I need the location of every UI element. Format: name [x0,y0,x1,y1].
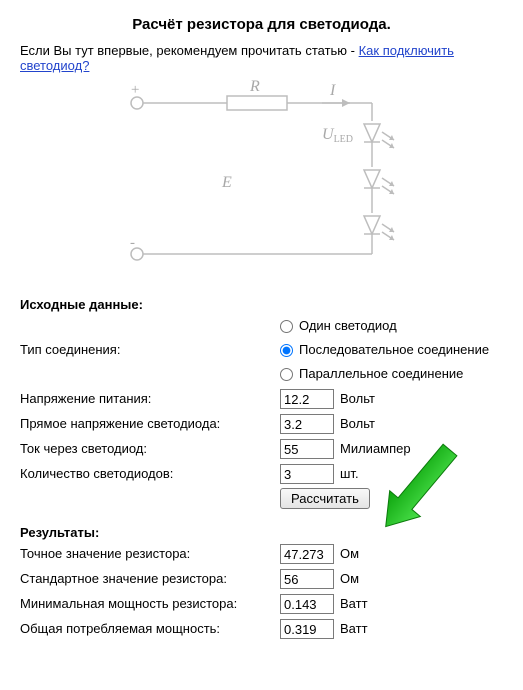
connection-radio-single[interactable] [280,320,293,333]
exact-resistor-label: Точное значение резистора: [20,543,280,565]
total-power-label: Общая потребляемая мощность: [20,618,280,640]
current-label: I [329,82,336,99]
results-heading: Результаты: [20,525,503,540]
forward-voltage-unit: Вольт [340,413,375,435]
led-current-unit: Милиампер [340,438,411,460]
std-resistor-unit: Ом [340,568,359,590]
resistor-label: R [249,79,260,95]
forward-voltage-label: Прямое напряжение светодиода: [20,413,280,435]
led-count-unit: шт. [340,463,359,485]
connection-radio-parallel-label: Параллельное соединение [299,363,463,385]
connection-radio-series[interactable] [280,344,293,357]
min-power-unit: Ватт [340,593,368,615]
led-count-input[interactable] [280,464,334,484]
connection-radio-series-label: Последовательное соединение [299,339,489,361]
std-resistor-label: Стандартное значение резистора: [20,568,280,590]
total-power-output[interactable] [280,619,334,639]
circuit-diagram: + - R I E ULED [20,79,503,269]
intro-prefix: Если Вы тут впервые, рекомендуем прочита… [20,43,359,58]
led-current-input[interactable] [280,439,334,459]
connection-radio-parallel[interactable] [280,368,293,381]
min-power-output[interactable] [280,594,334,614]
emf-label: E [221,174,232,191]
exact-resistor-unit: Ом [340,543,359,565]
calculate-button[interactable]: Рассчитать [280,488,370,509]
min-power-label: Минимальная мощность резистора: [20,593,280,615]
uled-label: ULED [322,126,353,145]
supply-voltage-unit: Вольт [340,388,375,410]
led-current-label: Ток через светодиод: [20,438,280,460]
std-resistor-output[interactable] [280,569,334,589]
connection-label: Тип соединения: [20,339,280,361]
page-title: Расчёт резистора для светодиода. [20,16,503,33]
connection-radio-single-label: Один светодиод [299,315,397,337]
supply-voltage-label: Напряжение питания: [20,388,280,410]
intro-text: Если Вы тут впервые, рекомендуем прочита… [20,43,503,73]
led-count-label: Количество светодиодов: [20,463,280,485]
plus-terminal-label: + [130,82,140,98]
connection-radio-group: Один светодиод Последовательное соединен… [280,315,489,385]
inputs-heading: Исходные данные: [20,297,503,312]
exact-resistor-output[interactable] [280,544,334,564]
supply-voltage-input[interactable] [280,389,334,409]
total-power-unit: Ватт [340,618,368,640]
forward-voltage-input[interactable] [280,414,334,434]
minus-terminal-label: - [130,235,135,251]
